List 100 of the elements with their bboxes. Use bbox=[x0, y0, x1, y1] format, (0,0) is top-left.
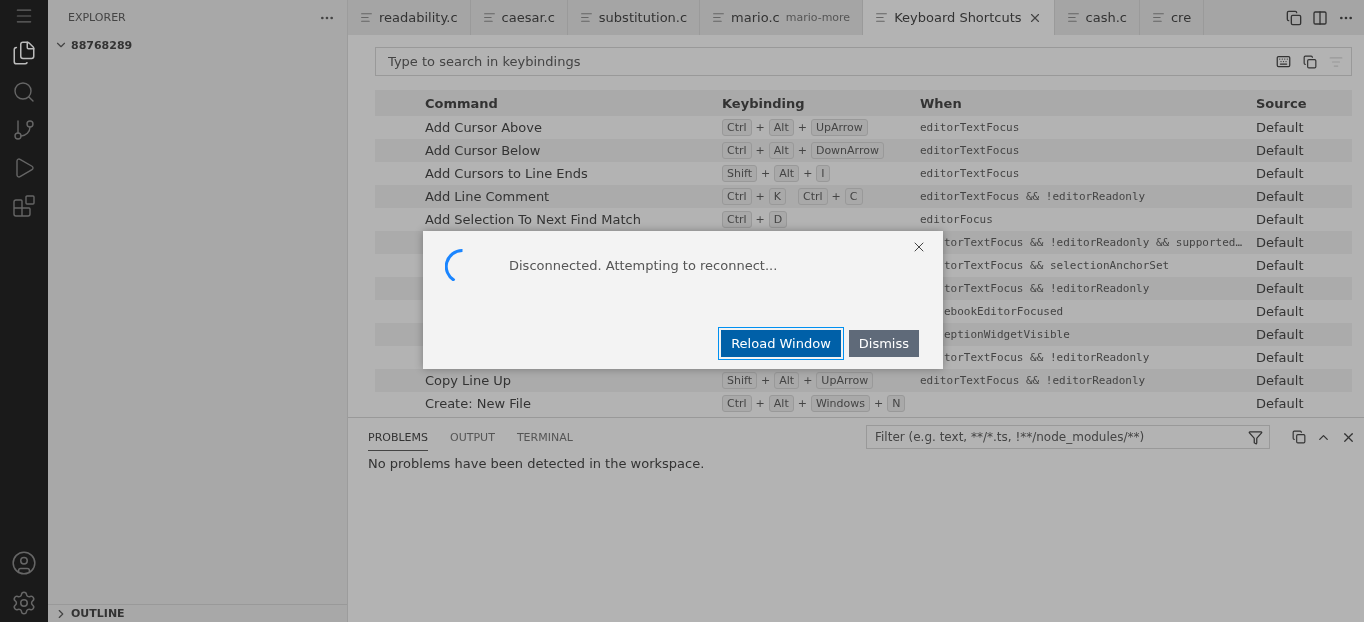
command-cell-text: Add Selection To Next Find Match bbox=[425, 212, 642, 227]
source-cell-text: Default bbox=[1256, 304, 1305, 319]
command-cell-text: Copy Line Up bbox=[425, 373, 513, 388]
settings-icon[interactable] bbox=[11, 590, 37, 616]
key-cap: Shift bbox=[722, 165, 757, 182]
blocks-icon[interactable] bbox=[12, 194, 36, 218]
key-cap: Ctrl bbox=[722, 142, 752, 159]
folder-item[interactable]: 88768289 bbox=[71, 38, 133, 52]
key-cap: Ctrl bbox=[722, 395, 752, 412]
plus-sign: + bbox=[761, 167, 771, 180]
source-cell-text: Default bbox=[1256, 189, 1305, 204]
key-cap: Alt bbox=[768, 119, 794, 136]
reload-button[interactable]: Reload Window bbox=[721, 330, 841, 357]
key-cap: Windows bbox=[810, 395, 871, 412]
when-cell-text: editorTextFocus bbox=[920, 167, 1021, 180]
source-cell-text: Default bbox=[1256, 396, 1305, 411]
source-cell-text: Default bbox=[1256, 120, 1305, 135]
key-cap: Ctrl bbox=[722, 119, 752, 136]
plus-sign: + bbox=[755, 397, 765, 410]
when-cell-text: torTextFocus && !editorReadonly bbox=[943, 282, 1151, 295]
table-row[interactable]: Copy Line Up Shift + Alt + UpArrow editorTextFocus && !editorReadonly Default bbox=[375, 369, 1352, 392]
search-bar[interactable]: Type to search in keybindings bbox=[375, 47, 1352, 76]
file-icon bbox=[360, 11, 373, 24]
copy-icon[interactable] bbox=[1286, 9, 1302, 26]
sidebar-title: EXPLORER bbox=[68, 11, 126, 24]
table-row[interactable]: Add Cursor Below Ctrl + Alt + DownArrow editorTextFocus Default bbox=[375, 139, 1352, 162]
plus-sign: + bbox=[797, 144, 807, 157]
when-cell-text: eptionWidgetVisible bbox=[943, 328, 1071, 341]
key-cap: Ctrl bbox=[722, 188, 752, 205]
key-cap: Ctrl bbox=[722, 211, 752, 228]
file-icon bbox=[712, 11, 726, 24]
file-icon bbox=[1151, 11, 1165, 24]
when-cell-text: editorTextFocus bbox=[920, 144, 1021, 157]
source-cell-text: Default bbox=[1256, 166, 1305, 181]
dismiss-button[interactable]: Dismiss bbox=[848, 330, 919, 357]
command-cell-text: Add Cursor Above bbox=[425, 120, 543, 135]
command-cell-text: Add Cursor Below bbox=[425, 143, 542, 158]
column-header: Command bbox=[425, 95, 499, 111]
branch-icon[interactable] bbox=[12, 118, 36, 142]
plus-sign: + bbox=[803, 167, 813, 180]
when-cell-text: torTextFocus && !editorReadonly && supported… bbox=[943, 236, 1243, 249]
source-cell-text: Default bbox=[1256, 212, 1305, 227]
file-icon bbox=[1066, 11, 1080, 24]
plus-sign: + bbox=[797, 121, 807, 134]
key-cap: UpArrow bbox=[810, 119, 868, 136]
key-cap: Ctrl bbox=[798, 188, 828, 205]
panel-tab[interactable]: PROBLEMS bbox=[368, 423, 429, 451]
filter-icon[interactable] bbox=[1248, 429, 1263, 445]
plus-sign: + bbox=[755, 121, 765, 134]
dialog-message: Disconnected. Attempting to reconnect... bbox=[509, 257, 778, 273]
key-cap: D bbox=[768, 211, 788, 228]
key-cap: Alt bbox=[774, 372, 800, 389]
source-cell-text: Default bbox=[1256, 235, 1305, 250]
when-cell-text: torTextFocus && selectionAnchorSet bbox=[943, 259, 1171, 272]
when-cell-text: ebookEditorFocused bbox=[943, 305, 1065, 318]
column-header: Source bbox=[1256, 95, 1308, 111]
panel-message: No problems have been detected in the workspace. bbox=[368, 456, 706, 471]
key-cap: Alt bbox=[768, 142, 794, 159]
key-cap: C bbox=[844, 188, 863, 205]
key-cap: N bbox=[887, 395, 906, 412]
plus-sign: + bbox=[803, 374, 813, 387]
source-cell-text: Default bbox=[1256, 281, 1305, 296]
source-cell-text: Default bbox=[1256, 350, 1305, 365]
keyboard-icon[interactable] bbox=[1276, 54, 1291, 69]
outline-section[interactable]: OUTLINE bbox=[71, 607, 125, 620]
spinner-icon bbox=[445, 249, 463, 281]
copy-icon[interactable] bbox=[1303, 54, 1317, 69]
table-row[interactable]: Add Line Comment Ctrl + K Ctrl + C editorTextFocus && !editorReadonly Default bbox=[375, 185, 1352, 208]
file-icon bbox=[875, 11, 889, 24]
key-cap: DownArrow bbox=[810, 142, 884, 159]
search-field[interactable]: Type to search in keybindings bbox=[386, 53, 1264, 70]
panel-tab[interactable]: OUTPUT bbox=[450, 423, 495, 451]
file-icon bbox=[482, 11, 496, 24]
source-cell-text: Default bbox=[1256, 373, 1305, 388]
plus-sign: + bbox=[797, 397, 807, 410]
plus-sign: + bbox=[755, 190, 765, 203]
account-icon[interactable] bbox=[11, 550, 37, 576]
key-cap: Alt bbox=[768, 395, 794, 412]
source-cell-text: Default bbox=[1256, 327, 1305, 342]
plus-sign: + bbox=[755, 213, 765, 226]
editor-tab[interactable]: Keyboard Shortcuts bbox=[863, 0, 1055, 35]
when-cell-text: editorTextFocus bbox=[920, 121, 1021, 134]
plus-sign: + bbox=[755, 144, 765, 157]
split-editor-icon[interactable] bbox=[1312, 9, 1328, 26]
when-cell-text: editorFocus bbox=[920, 213, 994, 226]
search-icon[interactable] bbox=[12, 80, 36, 104]
column-header: When bbox=[920, 95, 963, 111]
key-cap: I bbox=[816, 165, 830, 182]
filter-field[interactable]: Filter (e.g. text, **/*.ts, !**/node_modules/**) bbox=[866, 425, 1270, 449]
key-cap: K bbox=[768, 188, 786, 205]
plus-sign: + bbox=[874, 397, 884, 410]
files-icon[interactable] bbox=[11, 40, 37, 66]
when-cell-text: torTextFocus && !editorReadonly bbox=[943, 351, 1151, 364]
when-cell-text: editorTextFocus && !editorReadonly bbox=[920, 374, 1147, 387]
plus-sign: + bbox=[831, 190, 841, 203]
command-cell-text: Add Line Comment bbox=[425, 189, 551, 204]
source-cell-text: Default bbox=[1256, 143, 1305, 158]
key-cap: Shift bbox=[722, 372, 757, 389]
panel-tab[interactable]: TERMINAL bbox=[516, 423, 573, 451]
key-cap: UpArrow bbox=[816, 372, 874, 389]
